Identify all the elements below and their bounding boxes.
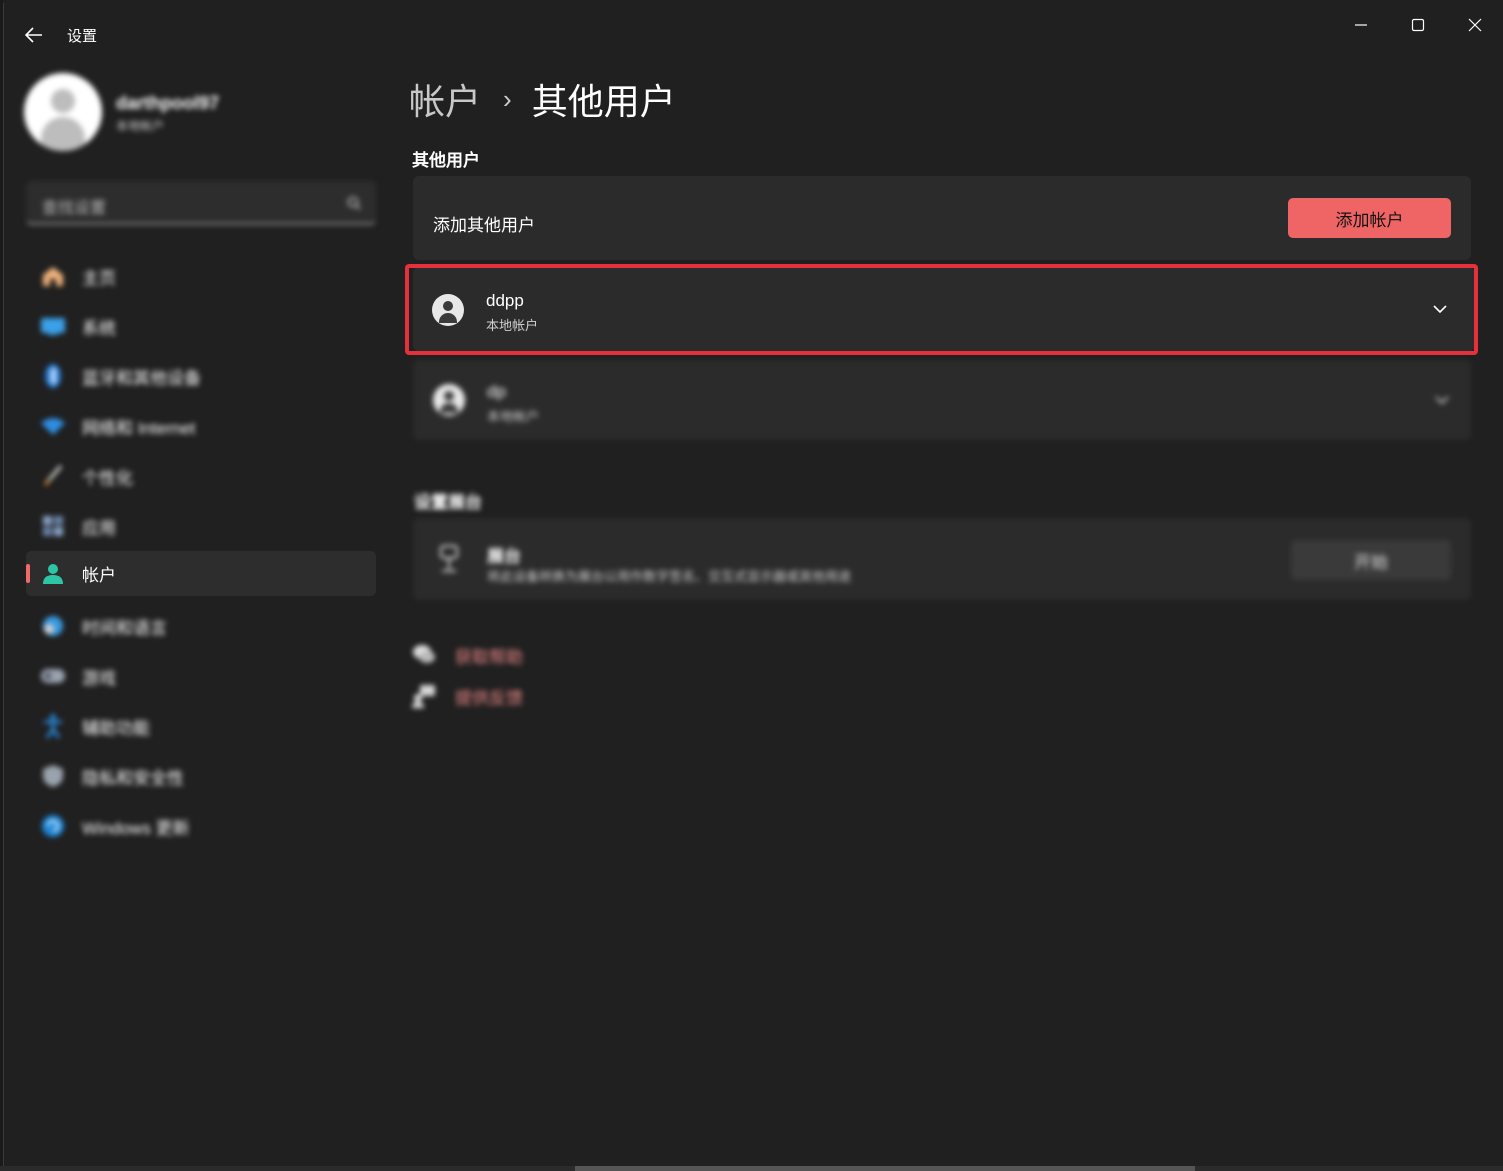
sidebar-item-system[interactable]: 系统 <box>26 301 376 351</box>
add-other-user-label: 添加其他用户 <box>433 216 535 235</box>
feedback-link[interactable]: 提供反馈 <box>411 683 523 709</box>
sidebar-item-gaming[interactable]: 游戏 <box>26 651 376 701</box>
sidebar-item-accounts[interactable]: 帐户 <box>26 551 376 596</box>
sidebar-item-label: 应用 <box>82 518 116 538</box>
sidebar-item-label: 主页 <box>82 268 116 288</box>
sidebar-item-network[interactable]: 网络和 Internet <box>26 401 376 451</box>
breadcrumb: 帐户 › 其他用户 <box>409 75 676 123</box>
minimize-button[interactable] <box>1336 11 1386 39</box>
kiosk-start-button[interactable]: 开始 <box>1291 540 1451 580</box>
profile-name: darthpool97 <box>116 93 220 113</box>
globe-clock-icon <box>40 613 66 639</box>
feedback-icon <box>412 685 435 708</box>
back-arrow-icon <box>25 27 42 43</box>
sidebar-nav: 主页 系统 蓝牙和其他设备 网络和 Internet 个性化 应用 帐户 时间和… <box>26 251 376 851</box>
maximize-button[interactable] <box>1393 11 1443 39</box>
sidebar-item-bluetooth[interactable]: 蓝牙和其他设备 <box>26 351 376 401</box>
get-help-text: 获取帮助 <box>455 647 523 667</box>
help-chat-icon <box>413 645 435 663</box>
sidebar-item-personalization[interactable]: 个性化 <box>26 451 376 501</box>
sidebar-item-accessibility[interactable]: 辅助功能 <box>26 701 376 751</box>
user-name: dp <box>487 382 506 401</box>
apps-icon <box>40 513 66 539</box>
highlight-box <box>405 264 1478 355</box>
avatar <box>24 73 102 151</box>
kiosk-description: 将此设备转换为展台以用作数字签名、交互式显示器或其他用途 <box>487 569 852 584</box>
gamepad-icon <box>40 663 66 689</box>
wifi-icon <box>40 413 66 439</box>
home-icon <box>40 263 66 289</box>
system-icon <box>40 313 66 339</box>
page-title: 其他用户 <box>531 81 676 122</box>
minimize-icon <box>1355 24 1367 26</box>
user-avatar <box>433 384 465 416</box>
taskbar-edge <box>0 1166 1503 1171</box>
chevron-down-icon[interactable] <box>1433 391 1451 409</box>
sidebar-item-label: 游戏 <box>82 668 116 688</box>
sidebar-item-label: 帐户 <box>82 566 116 585</box>
app-title: 设置 <box>67 28 98 45</box>
brush-icon <box>40 463 66 489</box>
sidebar-item-label: 蓝牙和其他设备 <box>82 368 201 388</box>
update-icon <box>40 813 66 839</box>
section-title-kiosk: 设置展台 <box>414 493 482 512</box>
sidebar-item-privacy[interactable]: 隐私和安全性 <box>26 751 376 801</box>
sidebar-item-home[interactable]: 主页 <box>26 251 376 301</box>
settings-window: 设置 darthpool97 本地帐户 查找设置 主页 系统 蓝牙和其他设备 网… <box>3 3 1503 1168</box>
sidebar-item-label: 个性化 <box>82 468 133 488</box>
get-help-link[interactable]: 获取帮助 <box>411 642 523 668</box>
search-icon <box>347 196 361 210</box>
add-account-button[interactable]: 添加帐户 <box>1288 198 1451 238</box>
sidebar-item-label: 网络和 Internet <box>82 418 196 438</box>
kiosk-icon <box>440 545 458 572</box>
feedback-text: 提供反馈 <box>455 688 523 708</box>
sidebar-item-time-language[interactable]: 时间和语言 <box>26 601 376 651</box>
breadcrumb-separator: › <box>503 83 512 114</box>
user-account-type: 本地帐户 <box>487 409 540 424</box>
search-input[interactable]: 查找设置 <box>42 194 106 218</box>
shield-icon <box>40 763 66 789</box>
accessibility-icon <box>40 713 66 739</box>
close-icon <box>1468 18 1482 32</box>
kiosk-title: 展台 <box>487 547 521 566</box>
search-box[interactable]: 查找设置 <box>26 181 376 225</box>
close-button[interactable] <box>1450 11 1500 39</box>
sidebar-item-label: 隐私和安全性 <box>82 768 184 788</box>
sidebar-item-apps[interactable]: 应用 <box>26 501 376 551</box>
user-row-dp[interactable]: dp 本地帐户 <box>413 360 1471 440</box>
user-profile[interactable]: darthpool97 本地帐户 <box>24 73 384 155</box>
sidebar-item-label: 时间和语言 <box>82 618 167 638</box>
section-title-other-users: 其他用户 <box>412 151 480 170</box>
sidebar-item-label: 系统 <box>82 318 116 338</box>
back-button[interactable] <box>20 21 48 49</box>
maximize-icon <box>1411 18 1425 32</box>
profile-account-type: 本地帐户 <box>116 119 165 133</box>
bluetooth-icon <box>40 363 66 389</box>
breadcrumb-parent[interactable]: 帐户 <box>409 73 481 125</box>
sidebar-item-label: 辅助功能 <box>82 718 150 738</box>
title-bar: 设置 <box>4 3 1503 59</box>
sidebar-item-windows-update[interactable]: Windows 更新 <box>26 801 376 851</box>
sidebar-item-label: Windows 更新 <box>82 818 190 838</box>
account-icon <box>40 561 66 587</box>
